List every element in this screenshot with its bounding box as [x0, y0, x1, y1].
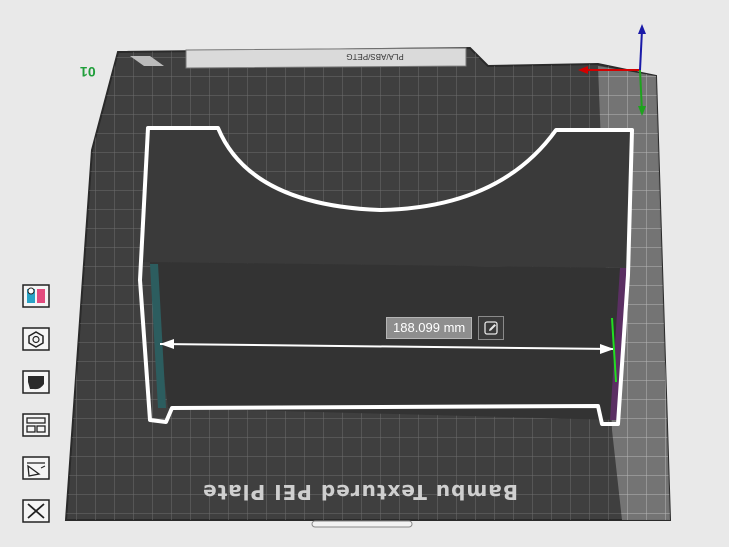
edit-measurement-button[interactable]	[478, 316, 505, 340]
close-icon	[22, 499, 50, 523]
support-paint-icon	[22, 370, 50, 394]
close-tool-button[interactable]	[18, 493, 54, 529]
plate-number-label: 01	[80, 64, 96, 80]
color-paint-button[interactable]	[18, 278, 54, 314]
support-paint-button[interactable]	[18, 364, 54, 400]
plate-filament-label: PLA/ABS/PETG	[346, 52, 404, 61]
plate-name-label: Bambu Textured PEI Plate	[202, 480, 518, 504]
measurement-value[interactable]: 188.099 mm	[386, 317, 473, 339]
3d-viewport[interactable]	[0, 0, 729, 547]
layout-icon	[22, 413, 50, 437]
layout-button[interactable]	[18, 407, 54, 443]
edit-icon	[484, 321, 498, 335]
left-toolbar	[18, 278, 62, 529]
cut-icon	[22, 456, 50, 480]
hexagon-icon	[22, 327, 50, 351]
seam-button[interactable]	[18, 321, 54, 357]
cut-button[interactable]	[18, 450, 54, 486]
measurement-readout: 188.099 mm	[386, 316, 505, 340]
plate-handle	[311, 520, 413, 528]
color-paint-icon	[22, 284, 50, 308]
